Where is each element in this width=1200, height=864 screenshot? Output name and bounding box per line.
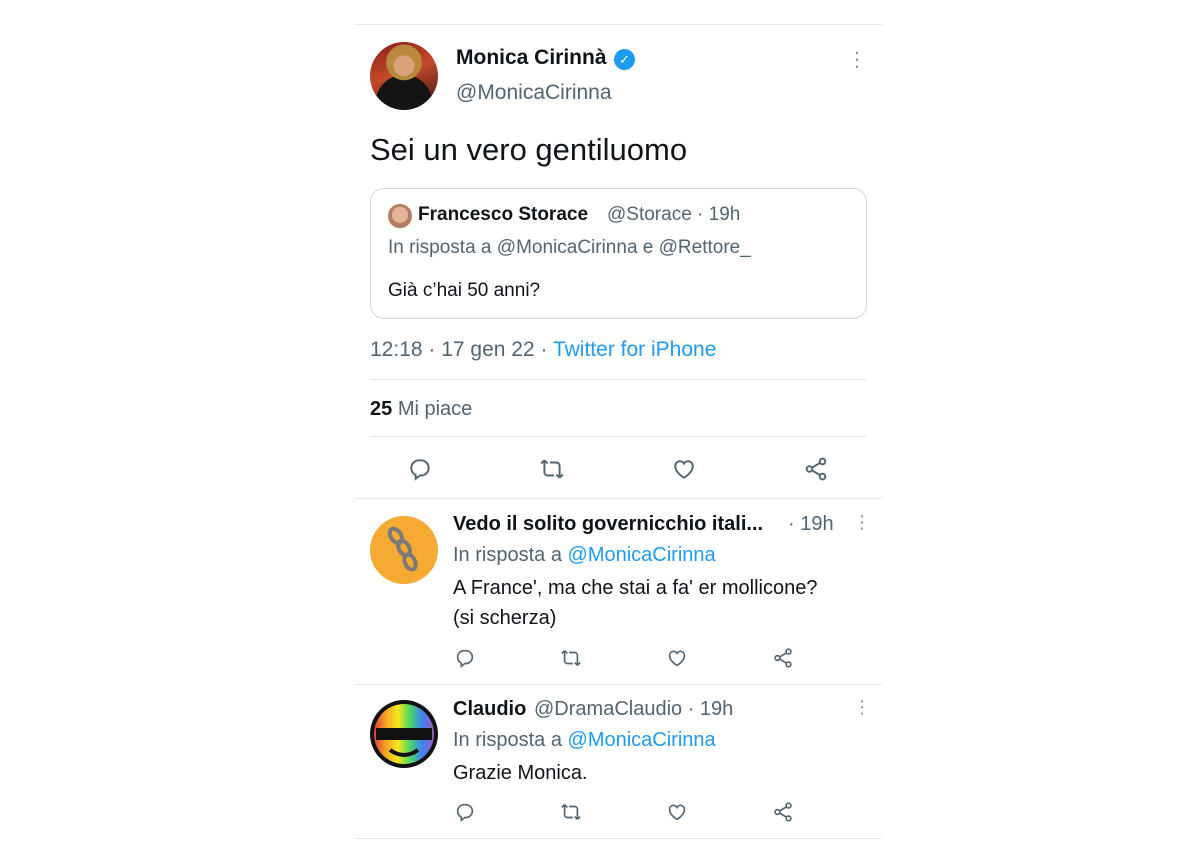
more-icon[interactable]: ⋮: [853, 697, 871, 718]
reply-icon[interactable]: [454, 647, 476, 669]
reply-author-name[interactable]: Claudio: [453, 698, 526, 721]
reply-icon[interactable]: [407, 456, 433, 482]
heart-icon[interactable]: [671, 456, 697, 482]
reply-author-avatar[interactable]: [370, 700, 438, 768]
heart-icon[interactable]: [666, 647, 688, 669]
quoted-author-handle: @Storace: [607, 204, 692, 225]
reply-time: 19h: [800, 513, 834, 535]
quoted-tweet[interactable]: Francesco Storace @Storace · 19h In risp…: [370, 188, 867, 319]
reply-time: 19h: [699, 698, 734, 720]
retweet-icon[interactable]: [560, 647, 582, 669]
reply-prefix: In risposta a: [453, 729, 562, 751]
divider: [355, 24, 882, 25]
reply-prefix: In risposta a: [388, 237, 492, 258]
tweet-timestamp: 12:18 · 17 gen 22 · Twitter for iPhone: [370, 338, 717, 361]
quoted-reply-context: In risposta a @MonicaCirinna e @Rettore_: [388, 237, 751, 259]
reply-author-avatar[interactable]: [370, 516, 438, 584]
reply-icon[interactable]: [454, 801, 476, 823]
author-avatar[interactable]: [370, 42, 438, 110]
reply-author-name[interactable]: Vedo il solito governicchio itali...: [453, 513, 763, 536]
reply-mention-link[interactable]: @MonicaCirinna: [568, 729, 716, 751]
reply-mentions: @MonicaCirinna e @Rettore_: [496, 237, 751, 258]
likes-stat[interactable]: 25 Mi piace: [370, 398, 472, 421]
divider: [355, 684, 882, 685]
divider: [370, 436, 867, 437]
reply-text-line: A France', ma che stai a fa' er mollicon…: [453, 577, 818, 599]
tweet-date: 17 gen 22: [441, 338, 535, 361]
quoted-author-name: Francesco Storace: [418, 204, 589, 225]
reply-text-line: Grazie Monica.: [453, 762, 588, 784]
author-handle[interactable]: @MonicaCirinna: [456, 81, 612, 105]
retweet-icon[interactable]: [560, 801, 582, 823]
retweet-icon[interactable]: [539, 456, 565, 482]
reply-prefix: In risposta a: [453, 544, 562, 566]
tweet-thread: Monica Cirinnà ✓ @MonicaCirinna ⋮ Sei un…: [355, 0, 882, 864]
quoted-meta: @Storace · 19h: [607, 204, 741, 225]
more-icon[interactable]: ⋮: [847, 50, 867, 70]
reply-text-line: (si scherza): [453, 607, 557, 629]
divider: [370, 379, 867, 380]
tweet-time: 12:18: [370, 338, 423, 361]
quoted-text: Già c’hai 50 anni?: [388, 280, 541, 301]
reply-context: In risposta a @MonicaCirinna: [453, 729, 716, 752]
share-icon[interactable]: [803, 456, 829, 482]
quoted-author-avatar: [388, 204, 412, 228]
author-name[interactable]: Monica Cirinnà: [456, 46, 607, 70]
reply-meta: @DramaClaudio · 19h: [534, 698, 734, 720]
reply-meta: · 19h: [788, 513, 834, 535]
likes-label: Mi piace: [397, 398, 473, 420]
share-icon[interactable]: [772, 801, 794, 823]
likes-count: 25: [370, 398, 393, 420]
divider: [355, 498, 882, 499]
reply-text: A France', ma che stai a fa' er mollicon…: [453, 573, 817, 633]
reply-text: Grazie Monica.: [453, 758, 588, 788]
tweet-source-link[interactable]: Twitter for iPhone: [553, 338, 716, 361]
reply-context: In risposta a @MonicaCirinna: [453, 544, 716, 567]
heart-icon[interactable]: [666, 801, 688, 823]
more-icon[interactable]: ⋮: [853, 512, 871, 533]
quoted-time: 19h: [708, 204, 741, 225]
reply-author-handle[interactable]: @DramaClaudio: [534, 698, 682, 720]
tweet-text: Sei un vero gentiluomo: [370, 132, 688, 167]
share-icon[interactable]: [772, 647, 794, 669]
reply-mention-link[interactable]: @MonicaCirinna: [568, 544, 716, 566]
divider: [355, 838, 882, 839]
verified-badge-icon: ✓: [614, 49, 635, 70]
